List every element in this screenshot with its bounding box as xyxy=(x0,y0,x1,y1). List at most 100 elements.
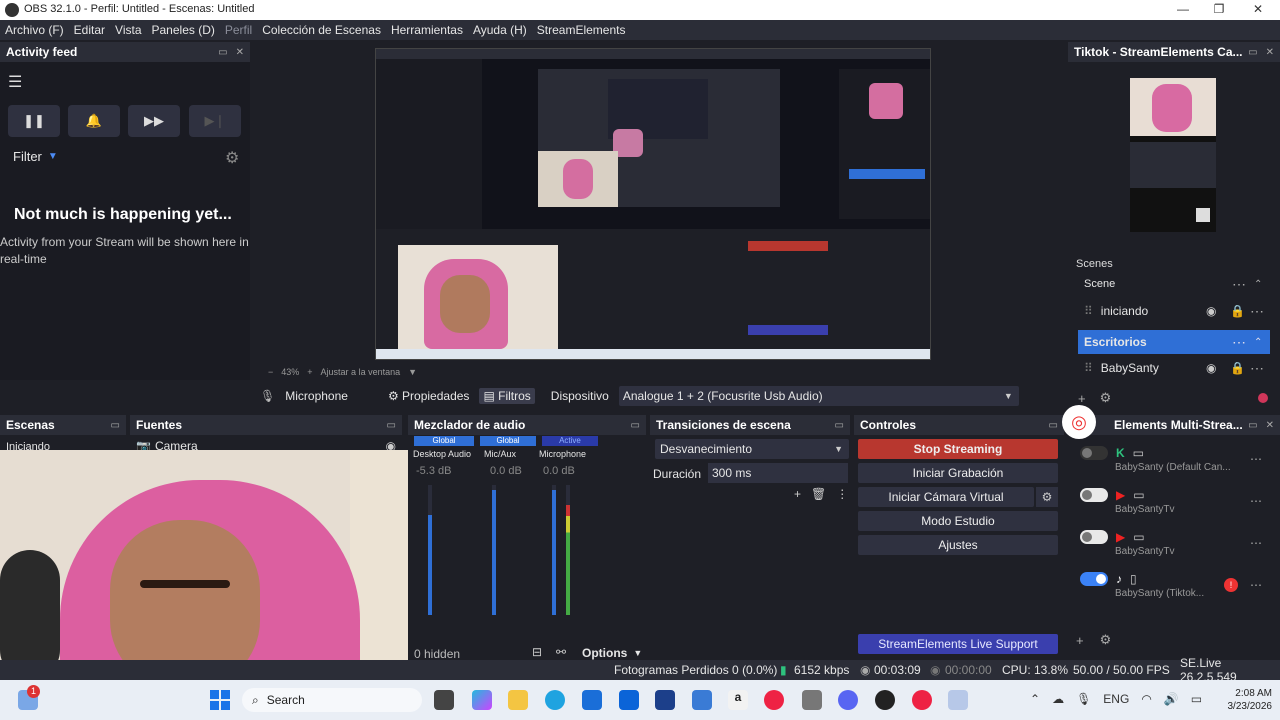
close-icon[interactable]: ✕ xyxy=(1266,47,1274,58)
more-icon[interactable]: ⋯ xyxy=(1250,303,1265,320)
float-icon[interactable]: ▭ xyxy=(1248,47,1257,58)
stream-toggle[interactable] xyxy=(1080,572,1108,586)
transition-select[interactable]: Desvanecimiento ▼ xyxy=(655,439,849,459)
amazon-icon[interactable]: a xyxy=(728,690,748,710)
file-explorer-icon[interactable] xyxy=(508,690,528,710)
volume-fader[interactable] xyxy=(552,485,556,615)
eye-icon[interactable]: ◉ xyxy=(1206,361,1216,375)
obs-taskbar-icon[interactable] xyxy=(875,690,895,710)
zoom-in-icon[interactable]: + xyxy=(307,367,312,377)
live-support-button[interactable]: StreamElements Live Support xyxy=(858,634,1058,654)
float-icon[interactable]: ▭ xyxy=(631,420,640,431)
scene-item-babysanty[interactable]: ⠿ BabySanty ◉ 🔒 ⋯ xyxy=(1078,356,1270,380)
multistream-row[interactable]: ▶ ▭ xyxy=(1080,530,1145,544)
stream-toggle[interactable] xyxy=(1080,530,1108,544)
more-icon[interactable]: ⋯ xyxy=(1232,334,1247,351)
notifications-button[interactable]: 🔔 xyxy=(68,105,120,137)
float-icon[interactable]: ▭ xyxy=(835,420,844,431)
snipping-icon[interactable] xyxy=(948,690,968,710)
virtual-camera-settings-icon[interactable]: ⚙ xyxy=(1036,487,1058,507)
drag-handle-icon[interactable]: ⠿ xyxy=(1084,361,1093,375)
float-icon[interactable]: ▭ xyxy=(387,420,396,431)
link-icon[interactable]: ⚯ xyxy=(556,645,566,659)
fit-window-button[interactable]: Ajustar a la ventana xyxy=(321,367,401,377)
settings-app-icon[interactable] xyxy=(802,690,822,710)
gear-icon[interactable]: ⚙ xyxy=(1100,390,1112,406)
close-icon[interactable]: ✕ xyxy=(1266,420,1274,431)
more-icon[interactable]: ⋯ xyxy=(1250,452,1262,466)
filter-dropdown[interactable]: Filter ▼ xyxy=(13,149,58,164)
language[interactable]: ENG xyxy=(1103,692,1129,706)
menu-ayuda[interactable]: Ayuda (H) xyxy=(473,23,527,37)
stop-streaming-button[interactable]: Stop Streaming xyxy=(858,439,1058,459)
eye-icon[interactable]: ◉ xyxy=(1206,304,1216,318)
start-recording-button[interactable]: Iniciar Grabación xyxy=(858,463,1058,483)
app-icon[interactable] xyxy=(655,690,675,710)
menu-coleccion[interactable]: Colección de Escenas xyxy=(262,23,381,37)
lock-icon[interactable]: 🔒 xyxy=(1230,361,1245,375)
float-icon[interactable]: ▭ xyxy=(218,47,227,58)
menu-perfil[interactable]: Perfil xyxy=(225,23,252,37)
menu-editar[interactable]: Editar xyxy=(74,23,105,37)
chrome-icon[interactable] xyxy=(764,690,784,710)
mic-icon[interactable]: 🎙 xyxy=(1076,692,1091,706)
collapse-icon[interactable]: ⌃ xyxy=(1254,337,1262,348)
float-icon[interactable]: ▭ xyxy=(1248,420,1257,431)
menu-archivo[interactable]: Archivo (F) xyxy=(5,23,64,37)
menu-paneles[interactable]: Paneles (D) xyxy=(152,23,215,37)
add-icon[interactable]: + xyxy=(1076,633,1084,648)
wifi-icon[interactable]: ◠ xyxy=(1141,692,1151,706)
add-icon[interactable]: + xyxy=(1078,391,1086,406)
volume-fader[interactable] xyxy=(428,485,432,615)
settings-button[interactable]: Ajustes xyxy=(858,535,1058,555)
chrome-icon[interactable] xyxy=(912,690,932,710)
close-icon[interactable]: ✕ xyxy=(236,47,244,58)
channel-name[interactable]: Desktop Audio xyxy=(413,449,471,459)
taskview-icon[interactable] xyxy=(434,690,454,710)
edge-icon[interactable] xyxy=(545,690,565,710)
pause-button[interactable]: ❚❚ xyxy=(8,105,60,137)
filters-button[interactable]: ▤ Filtros xyxy=(479,388,535,404)
options-button[interactable]: Options ▼ xyxy=(582,646,642,660)
add-icon[interactable]: + xyxy=(794,487,801,501)
hamburger-icon[interactable]: ☰ xyxy=(8,72,22,92)
preview-canvas[interactable] xyxy=(375,48,931,360)
store-icon[interactable] xyxy=(582,690,602,710)
multistream-row[interactable]: K ▭ xyxy=(1080,446,1144,460)
more-icon[interactable]: ⋯ xyxy=(1250,360,1265,377)
gear-icon[interactable]: ⚙ xyxy=(225,148,239,168)
menu-herramientas[interactable]: Herramientas xyxy=(391,23,463,37)
maximize-icon[interactable]: ❐ xyxy=(1209,2,1229,16)
duration-input[interactable]: 300 ms xyxy=(708,463,848,483)
stream-toggle[interactable] xyxy=(1080,446,1108,460)
more-icon[interactable]: ⋯ xyxy=(1250,536,1262,550)
drag-handle-icon[interactable]: ⠿ xyxy=(1084,304,1093,318)
more-vertical-icon[interactable]: ⋮ xyxy=(836,487,848,501)
mixer-layout-icon[interactable]: ⊟ xyxy=(532,645,542,659)
volume-icon[interactable]: 🔊 xyxy=(1164,692,1179,706)
scene-group-row[interactable]: Scene ⋯ ⌃ xyxy=(1078,272,1270,296)
virtual-camera-button[interactable]: Iniciar Cámara Virtual xyxy=(858,487,1034,507)
scene-item-iniciando[interactable]: ⠿ iniciando ◉ 🔒 ⋯ xyxy=(1078,299,1270,323)
float-icon[interactable]: ▭ xyxy=(1049,420,1058,431)
scene-item-escritorios[interactable]: Escritorios ⋯ ⌃ xyxy=(1078,330,1270,354)
menu-streamelements[interactable]: StreamElements xyxy=(537,23,626,37)
menu-vista[interactable]: Vista xyxy=(115,23,141,37)
zoom-out-icon[interactable]: − xyxy=(268,367,273,377)
taskbar-search[interactable]: ⌕ Search xyxy=(242,688,422,712)
discord-icon[interactable] xyxy=(838,690,858,710)
trash-icon[interactable]: 🗑 xyxy=(811,487,826,501)
channel-name[interactable]: Mic/Aux xyxy=(484,449,516,459)
device-select[interactable]: Analogue 1 + 2 (Focusrite Usb Audio) ▼ xyxy=(618,386,1019,406)
stream-toggle[interactable] xyxy=(1080,488,1108,502)
skip-button[interactable]: ▶▶ xyxy=(128,105,180,137)
collapse-icon[interactable]: ⌃ xyxy=(1254,279,1262,290)
more-icon[interactable]: ⋯ xyxy=(1250,578,1262,592)
skip-end-button[interactable]: ▶❘ xyxy=(189,105,241,137)
multistream-row[interactable]: ♪ ▯ xyxy=(1080,572,1137,586)
gear-icon[interactable]: ⚙ xyxy=(1100,632,1112,648)
clock[interactable]: 2:08 AM 3/23/2026 xyxy=(1222,687,1273,713)
properties-button[interactable]: ⚙ Propiedades xyxy=(388,389,470,403)
channel-name[interactable]: Microphone xyxy=(539,449,586,459)
chevron-down-icon[interactable]: ▼ xyxy=(408,367,417,377)
